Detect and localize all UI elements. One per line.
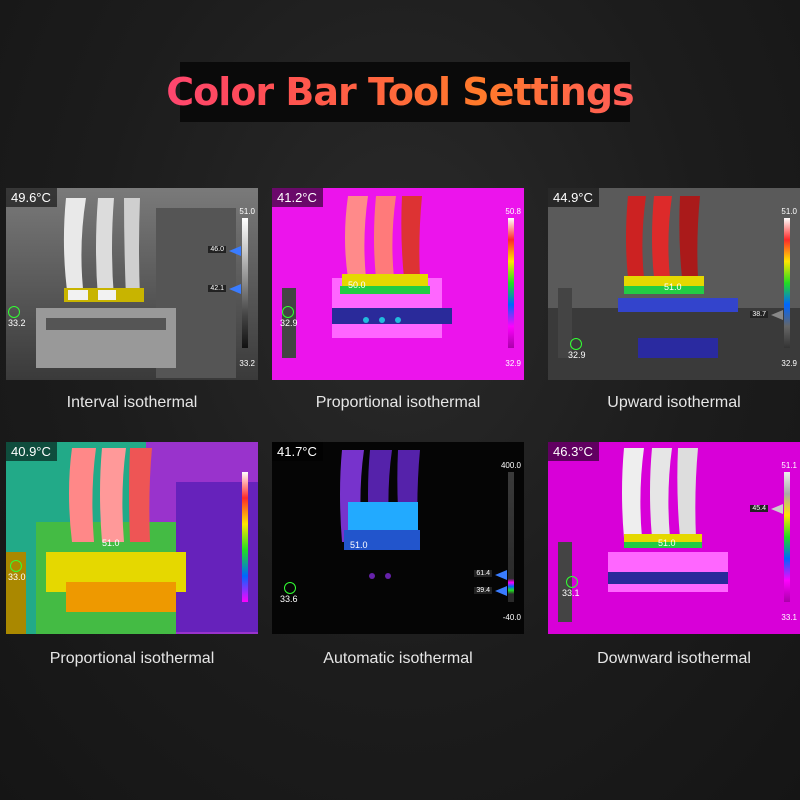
caption-proportional-1: Proportional isothermal xyxy=(315,394,481,411)
spot-marker-icon xyxy=(566,576,578,588)
spot-marker-icon xyxy=(284,582,296,594)
caption-interval: Interval isothermal xyxy=(66,394,198,411)
isotherm-upper-marker[interactable] xyxy=(229,246,241,256)
isotherm-lower-label: 42.1 xyxy=(208,285,226,292)
caption-proportional-2: Proportional isothermal xyxy=(49,650,215,667)
thermal-scene-black xyxy=(272,442,524,634)
scale-min-label: 32.9 xyxy=(505,359,521,368)
isotherm-label: 38.7 xyxy=(750,311,768,318)
isotherm-upper-label: 46.0 xyxy=(208,246,226,253)
scale-max-label: 400.0 xyxy=(500,461,521,470)
center-temp-label: 51.0 xyxy=(102,538,120,548)
thermal-image-automatic: 41.7°C 400.0 -40.0 61.4 39.4 51.0 33.6 xyxy=(272,442,524,634)
scale-max-label: 50.8 xyxy=(505,207,521,216)
scale-min-label: 32.9 xyxy=(781,359,797,368)
spot-temp-label: 32.9 xyxy=(568,350,586,360)
isotherm-upward-marker[interactable] xyxy=(771,310,783,320)
center-temp-label: 51.0 xyxy=(350,540,368,550)
max-temp-readout: 41.7°C xyxy=(272,442,323,461)
center-temp-label: 51.0 xyxy=(658,538,676,548)
color-bar xyxy=(508,472,514,602)
spot-marker-icon xyxy=(8,306,20,318)
color-bar xyxy=(508,218,514,348)
thermal-image-upward: 44.9°C 51.0 32.9 38.7 51.0 32.9 xyxy=(548,188,800,380)
scale-min-label: -40.0 xyxy=(502,613,521,622)
center-temp-label: 51.0 xyxy=(664,282,682,292)
spot-temp-label: 33.1 xyxy=(562,588,580,598)
spot-temp-label: 33.2 xyxy=(8,318,26,328)
thermal-scene-grey xyxy=(6,188,258,380)
color-bar xyxy=(242,218,248,348)
scale-max-label: 51.0 xyxy=(781,207,797,216)
thermal-image-downward: 46.3°C 51.1 33.1 45.4 51.0 33.1 xyxy=(548,442,800,634)
isotherm-label: 45.4 xyxy=(750,505,768,512)
spot-temp-label: 33.0 xyxy=(8,572,26,582)
center-temp-label: 50.0 xyxy=(348,280,366,290)
page-title: Color Bar Tool Settings xyxy=(0,70,800,114)
isotherm-upper-marker[interactable] xyxy=(495,570,507,580)
isotherm-upper-label: 61.4 xyxy=(474,570,492,577)
max-temp-readout: 49.6°C xyxy=(6,188,57,207)
thermal-image-proportional-rainbow: 40.9°C 51.0 33.0 xyxy=(6,442,258,634)
isotherm-lower-label: 39.4 xyxy=(474,587,492,594)
thermal-scene-rainbow xyxy=(6,442,258,634)
thermal-image-interval: 49.6°C 51.0 33.2 46.0 42.1 33.2 xyxy=(6,188,258,380)
scale-max-label: 51.1 xyxy=(781,461,797,470)
scale-max-label: 51.0 xyxy=(239,207,255,216)
isotherm-lower-marker[interactable] xyxy=(229,284,241,294)
max-temp-readout: 40.9°C xyxy=(6,442,57,461)
spot-marker-icon xyxy=(570,338,582,350)
scale-min-label: 33.2 xyxy=(239,359,255,368)
color-bar xyxy=(242,472,248,602)
scale-min-label: 33.1 xyxy=(781,613,797,622)
caption-upward: Upward isothermal xyxy=(607,394,741,411)
spot-marker-icon xyxy=(10,560,22,572)
max-temp-readout: 46.3°C xyxy=(548,442,599,461)
thermal-image-proportional: 41.2°C 50.8 32.9 50.0 32.9 xyxy=(272,188,524,380)
isotherm-downward-marker[interactable] xyxy=(771,504,783,514)
caption-downward: Downward isothermal xyxy=(597,650,751,667)
thermal-scene-magenta xyxy=(272,188,524,380)
max-temp-readout: 41.2°C xyxy=(272,188,323,207)
isotherm-lower-marker[interactable] xyxy=(495,586,507,596)
caption-automatic: Automatic isothermal xyxy=(323,650,473,667)
color-bar xyxy=(784,472,790,602)
spot-temp-label: 33.6 xyxy=(280,594,298,604)
spot-temp-label: 32.9 xyxy=(280,318,298,328)
max-temp-readout: 44.9°C xyxy=(548,188,599,207)
spot-marker-icon xyxy=(282,306,294,318)
color-bar xyxy=(784,218,790,348)
